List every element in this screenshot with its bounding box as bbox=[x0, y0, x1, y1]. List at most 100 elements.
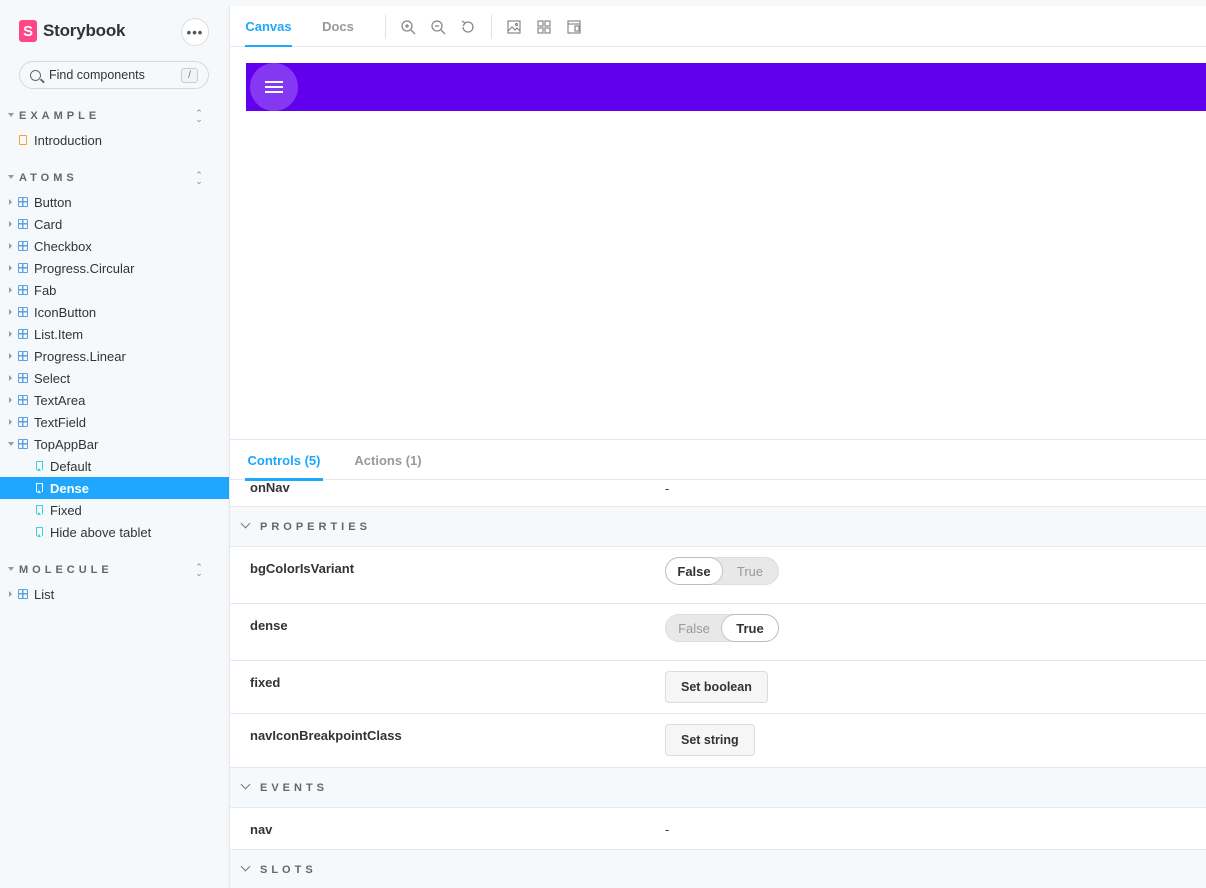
collapse-all-icon[interactable]: ⌃ ⌄ bbox=[194, 109, 204, 124]
control-row-onnav: onNav - bbox=[230, 480, 1206, 507]
expand-all-icon[interactable]: ⌃ ⌄ bbox=[194, 563, 204, 578]
control-row-fixed: fixed Set boolean bbox=[230, 661, 1206, 714]
document-icon bbox=[19, 135, 27, 145]
sidebar-item-label: TextArea bbox=[34, 392, 86, 408]
control-row-nav: nav - bbox=[230, 808, 1206, 850]
zoom-in-icon[interactable] bbox=[400, 19, 416, 35]
component-icon bbox=[18, 351, 28, 361]
section-molecule[interactable]: MOLECULE ⌃ ⌄ bbox=[0, 560, 229, 580]
sidebar-item-label: Card bbox=[34, 216, 63, 232]
boolean-toggle[interactable]: False True bbox=[665, 614, 779, 642]
zoom-out-icon[interactable] bbox=[430, 19, 446, 35]
sidebar-item-list[interactable]: List bbox=[0, 583, 229, 605]
caret-right-icon bbox=[9, 265, 12, 271]
component-icon bbox=[18, 219, 28, 229]
control-name: dense bbox=[250, 618, 288, 633]
section-atoms[interactable]: ATOMS ⌃ ⌄ bbox=[0, 168, 229, 188]
control-value: - bbox=[665, 822, 670, 837]
sidebar-item-textfield[interactable]: TextField bbox=[0, 411, 229, 433]
sidebar-story-fixed[interactable]: Fixed bbox=[0, 499, 229, 521]
caret-right-icon bbox=[9, 287, 12, 293]
sidebar-item-topappbar[interactable]: TopAppBar bbox=[0, 433, 229, 455]
caret-down-icon bbox=[8, 442, 14, 446]
brand-name: Storybook bbox=[43, 21, 126, 40]
section-events[interactable]: EVENTS bbox=[230, 768, 1206, 808]
chevron-down-icon bbox=[240, 861, 251, 872]
main-panel: Canvas Docs Controls (5) Actions (1) onN… bbox=[229, 6, 1206, 888]
caret-right-icon bbox=[9, 375, 12, 381]
sidebar-item-label: Fixed bbox=[50, 502, 82, 518]
component-icon bbox=[18, 589, 28, 599]
set-boolean-button[interactable]: Set boolean bbox=[665, 671, 768, 703]
nav-button[interactable] bbox=[250, 63, 298, 111]
sidebar-story-dense[interactable]: Dense bbox=[0, 477, 229, 499]
control-name: navIconBreakpointClass bbox=[250, 728, 402, 743]
boolean-toggle[interactable]: False True bbox=[665, 557, 779, 585]
sidebar-item-introduction[interactable]: Introduction bbox=[0, 129, 229, 151]
caret-right-icon bbox=[9, 221, 12, 227]
sidebar-item-checkbox[interactable]: Checkbox bbox=[0, 235, 229, 257]
sidebar-item-label: List.Item bbox=[34, 326, 84, 342]
toggle-option-false[interactable]: False bbox=[666, 558, 722, 584]
toolbar-divider bbox=[385, 15, 386, 39]
caret-right-icon bbox=[9, 243, 12, 249]
sidebar-item-list-item[interactable]: List.Item bbox=[0, 323, 229, 345]
viewport-icon[interactable] bbox=[566, 19, 582, 35]
component-icon bbox=[18, 329, 28, 339]
toggle-option-false[interactable]: False bbox=[666, 615, 722, 641]
sidebar-item-label: TextField bbox=[34, 414, 87, 430]
sidebar-item-label: TopAppBar bbox=[34, 436, 99, 452]
background-icon[interactable] bbox=[506, 19, 522, 35]
sidebar-item-select[interactable]: Select bbox=[0, 367, 229, 389]
sidebar-item-label: Progress.Circular bbox=[34, 260, 135, 276]
section-slots[interactable]: SLOTS bbox=[230, 850, 1206, 888]
tab-docs[interactable]: Docs bbox=[320, 6, 356, 47]
sidebar-item-label: Dense bbox=[50, 480, 90, 496]
toggle-option-true[interactable]: True bbox=[722, 558, 778, 584]
chevron-down-icon bbox=[240, 518, 251, 529]
sidebar-item-button[interactable]: Button bbox=[0, 191, 229, 213]
control-name: bgColorIsVariant bbox=[250, 561, 355, 576]
brand[interactable]: S Storybook bbox=[19, 19, 125, 43]
sidebar-item-textarea[interactable]: TextArea bbox=[0, 389, 229, 411]
search-input[interactable] bbox=[49, 68, 179, 82]
zoom-reset-icon[interactable] bbox=[460, 19, 476, 35]
section-label: SLOTS bbox=[260, 863, 317, 876]
search-box[interactable]: / bbox=[19, 61, 209, 89]
component-icon bbox=[18, 241, 28, 251]
storybook-logo-icon: S bbox=[19, 20, 37, 42]
tab-canvas[interactable]: Canvas bbox=[245, 6, 292, 48]
grid-icon[interactable] bbox=[536, 19, 552, 35]
tab-actions[interactable]: Actions (1) bbox=[353, 440, 423, 480]
bookmark-icon bbox=[36, 505, 43, 515]
section-label: EXAMPLE bbox=[19, 110, 101, 122]
menu-button[interactable]: ••• bbox=[181, 18, 209, 46]
search-icon bbox=[30, 69, 41, 81]
section-label: ATOMS bbox=[19, 172, 78, 184]
sidebar-item-fab[interactable]: Fab bbox=[0, 279, 229, 301]
sidebar-story-hide-above-tablet[interactable]: Hide above tablet bbox=[0, 521, 229, 543]
component-icon bbox=[18, 439, 28, 449]
sidebar-item-label: Select bbox=[34, 370, 71, 386]
toggle-option-true[interactable]: True bbox=[722, 615, 778, 641]
top-app-bar-preview bbox=[246, 63, 1206, 111]
expand-all-icon[interactable]: ⌃ ⌄ bbox=[194, 171, 204, 186]
bookmark-icon bbox=[36, 461, 43, 471]
sidebar-item-iconbutton[interactable]: IconButton bbox=[0, 301, 229, 323]
set-string-button[interactable]: Set string bbox=[665, 724, 755, 756]
bookmark-icon bbox=[36, 527, 43, 537]
tab-controls[interactable]: Controls (5) bbox=[245, 440, 323, 481]
sidebar-story-default[interactable]: Default bbox=[0, 455, 229, 477]
caret-right-icon bbox=[9, 331, 12, 337]
section-properties[interactable]: PROPERTIES bbox=[230, 507, 1206, 547]
caret-right-icon bbox=[9, 353, 12, 359]
caret-right-icon bbox=[9, 199, 12, 205]
component-icon bbox=[18, 197, 28, 207]
section-example[interactable]: EXAMPLE ⌃ ⌄ bbox=[0, 106, 229, 126]
caret-down-icon bbox=[8, 113, 14, 117]
component-icon bbox=[18, 417, 28, 427]
sidebar-item-card[interactable]: Card bbox=[0, 213, 229, 235]
search-shortcut-key: / bbox=[181, 68, 198, 83]
sidebar-item-progress-circular[interactable]: Progress.Circular bbox=[0, 257, 229, 279]
sidebar-item-progress-linear[interactable]: Progress.Linear bbox=[0, 345, 229, 367]
